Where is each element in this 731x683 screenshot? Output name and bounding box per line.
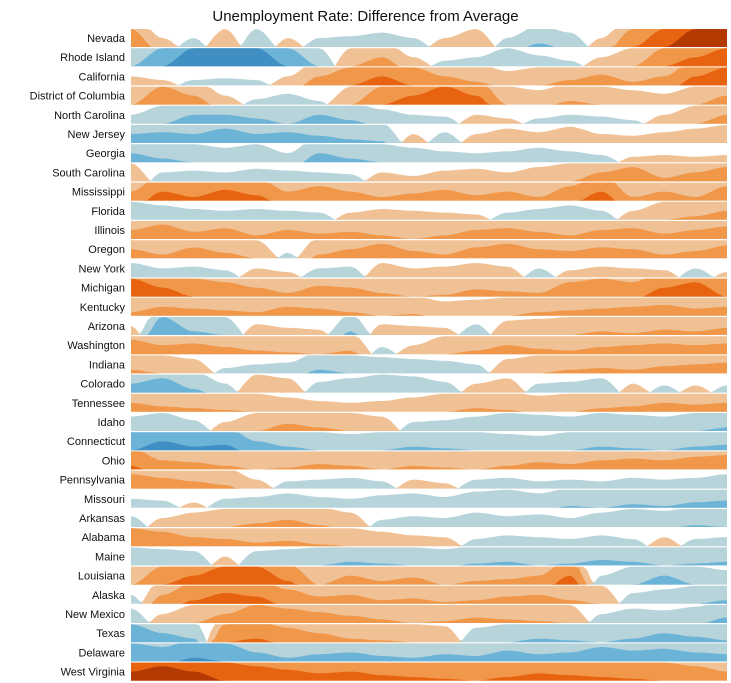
state-label: Louisiana bbox=[78, 571, 126, 583]
state-row-mississippi: Mississippi bbox=[72, 182, 727, 201]
state-label: Ohio bbox=[102, 455, 125, 467]
state-row-georgia: Georgia bbox=[86, 144, 727, 163]
state-label: Michigan bbox=[81, 283, 125, 295]
state-row-rhode-island: Rhode Island bbox=[60, 48, 727, 67]
state-row-oregon: Oregon bbox=[88, 240, 727, 259]
state-label: Illinois bbox=[94, 225, 125, 237]
state-row-south-carolina: South Carolina bbox=[52, 163, 727, 182]
state-row-new-york: New York bbox=[79, 263, 727, 278]
state-label: Alabama bbox=[82, 532, 126, 544]
state-label: Connecticut bbox=[67, 436, 125, 448]
state-label: Washington bbox=[67, 340, 125, 352]
state-label: Indiana bbox=[89, 359, 126, 371]
state-label: Pennsylvania bbox=[60, 475, 126, 487]
state-label: Florida bbox=[91, 206, 126, 218]
state-label: North Carolina bbox=[54, 110, 126, 122]
state-row-colorado: Colorado bbox=[80, 374, 727, 393]
state-row-ohio: Ohio bbox=[102, 451, 727, 470]
state-label: West Virginia bbox=[61, 667, 126, 679]
state-label: Delaware bbox=[79, 647, 125, 659]
state-row-illinois: Illinois bbox=[94, 221, 727, 239]
state-row-maine: Maine bbox=[95, 547, 727, 566]
state-label: Alaska bbox=[92, 590, 126, 602]
state-row-washington: Washington bbox=[67, 336, 727, 355]
state-row-texas: Texas bbox=[96, 624, 727, 643]
state-row-idaho: Idaho bbox=[97, 413, 727, 431]
state-row-pennsylvania: Pennsylvania bbox=[60, 470, 727, 489]
state-label: South Carolina bbox=[52, 167, 126, 179]
state-row-florida: Florida bbox=[91, 201, 727, 220]
state-row-kentucky: Kentucky bbox=[80, 297, 727, 316]
state-label: New Jersey bbox=[68, 129, 126, 141]
state-label: Nevada bbox=[87, 33, 126, 45]
state-row-west-virginia: West Virginia bbox=[61, 662, 727, 681]
state-row-north-carolina: North Carolina bbox=[54, 105, 727, 124]
state-label: Maine bbox=[95, 551, 125, 563]
state-label: Arkansas bbox=[79, 513, 125, 525]
state-row-california: California bbox=[79, 67, 727, 86]
state-label: Missouri bbox=[84, 494, 125, 506]
state-label: Rhode Island bbox=[60, 52, 125, 64]
state-row-indiana: Indiana bbox=[89, 355, 727, 374]
state-label: Kentucky bbox=[80, 302, 126, 314]
horizon-chart: Nevada Rhode Island California District of … bbox=[30, 29, 727, 681]
state-row-arizona: Arizona bbox=[88, 317, 727, 335]
state-row-district-of-columbia: District of Columbia bbox=[30, 86, 727, 105]
state-label: Arizona bbox=[88, 321, 126, 333]
state-label: New York bbox=[79, 263, 126, 275]
state-label: District of Columbia bbox=[30, 91, 126, 103]
state-label: Idaho bbox=[97, 417, 125, 429]
state-row-new-jersey: New Jersey bbox=[68, 125, 727, 143]
state-label: Georgia bbox=[86, 148, 126, 160]
state-label: Texas bbox=[96, 628, 125, 640]
state-row-new-mexico: New Mexico bbox=[65, 605, 727, 623]
state-label: Colorado bbox=[80, 379, 125, 391]
state-row-alabama: Alabama bbox=[82, 528, 727, 547]
state-row-tennessee: Tennessee bbox=[72, 393, 727, 412]
state-label: New Mexico bbox=[65, 609, 125, 621]
state-row-arkansas: Arkansas bbox=[79, 509, 727, 527]
state-row-delaware: Delaware bbox=[79, 643, 727, 662]
state-label: Oregon bbox=[88, 244, 125, 256]
state-row-missouri: Missouri bbox=[84, 489, 727, 508]
state-row-nevada: Nevada bbox=[87, 29, 727, 47]
state-row-michigan: Michigan bbox=[81, 278, 727, 297]
state-label: Mississippi bbox=[72, 187, 125, 199]
state-row-alaska: Alaska bbox=[92, 585, 727, 604]
state-row-connecticut: Connecticut bbox=[67, 432, 727, 451]
state-label: Tennessee bbox=[72, 398, 125, 410]
state-row-louisiana: Louisiana bbox=[78, 566, 727, 585]
state-label: California bbox=[79, 71, 126, 83]
